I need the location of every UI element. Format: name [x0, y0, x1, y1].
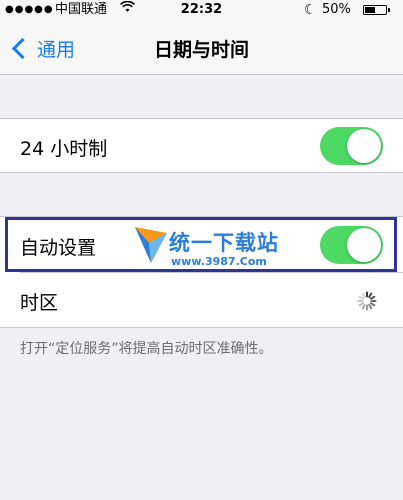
spinner-icon	[357, 291, 377, 311]
location-services-note: 打开“定位服务”将提高自动时区准确性。	[20, 341, 273, 357]
hour24-label: 24 小时制	[20, 138, 108, 160]
date-time-settings-screen: ●●●●● 中国联通 22:32 ☾ 50% 通用 日期与时间 24 小时制 自…	[0, 0, 403, 500]
watermark-logo-icon	[135, 227, 167, 263]
watermark-url: www.3987.Com	[171, 255, 267, 268]
watermark-logo: 统一下载站 www.3987.Com	[133, 223, 283, 271]
battery-fill	[365, 7, 375, 13]
battery-percent: 50%	[322, 2, 351, 17]
hour24-toggle[interactable]	[320, 127, 383, 165]
hour24-row: 24 小时制	[0, 118, 403, 173]
timezone-row[interactable]: 时区	[0, 273, 403, 328]
watermark-text: 统一下载站	[169, 231, 279, 255]
timezone-label: 时区	[20, 292, 59, 314]
navigation-bar: 通用 日期与时间	[0, 20, 403, 75]
page-title: 日期与时间	[153, 39, 249, 61]
status-bar: ●●●●● 中国联通 22:32 ☾ 50%	[0, 0, 403, 20]
moon-icon: ☾	[304, 2, 317, 18]
toggle-knob	[347, 129, 381, 163]
battery-icon	[363, 5, 390, 15]
